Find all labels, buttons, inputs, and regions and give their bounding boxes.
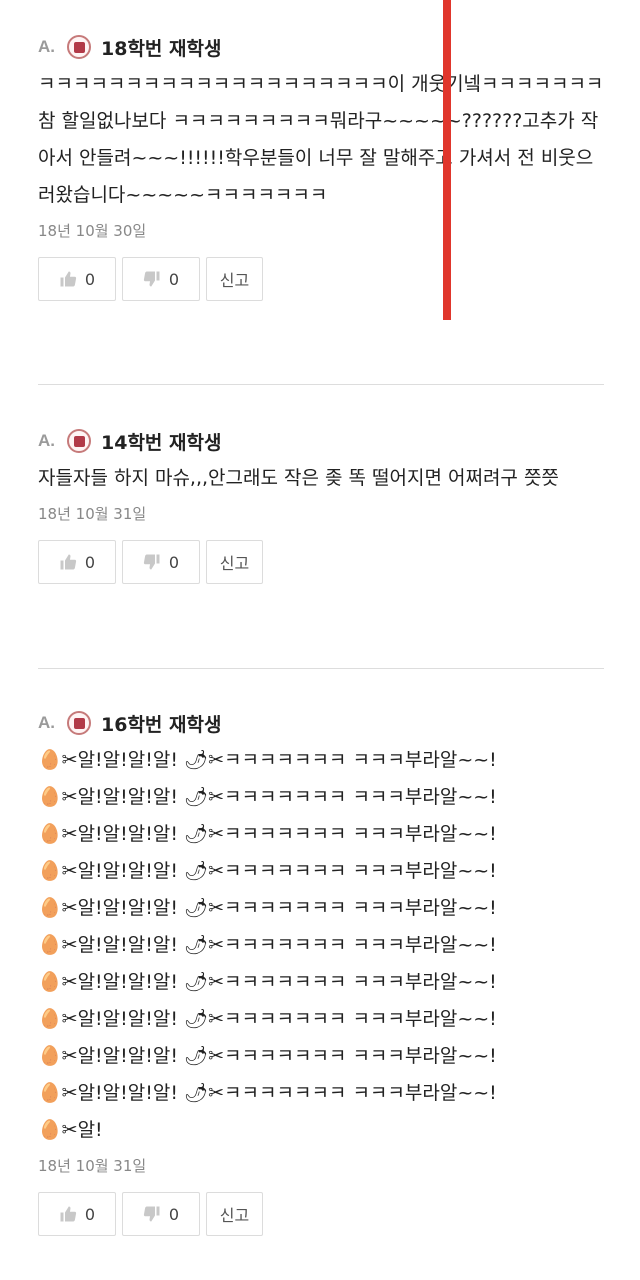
answer-line: 🥚✂알!알!알!알! 🌶✂ㅋㅋㅋㅋㅋㅋㅋ ㅋㅋㅋ부라알~~! <box>38 860 497 882</box>
answer-date: 18년 10월 31일 <box>38 1157 147 1175</box>
answer-item: A. 14학번 재학생 자들자들 하지 마슈,,,안그래도 작은 좆 똑 떨어지… <box>38 424 604 584</box>
answer-line: 🥚✂알!알!알!알! 🌶✂ㅋㅋㅋㅋㅋㅋㅋ ㅋㅋㅋ부라알~~! <box>38 1082 497 1104</box>
answer-line: 🥚✂알!알!알!알! 🌶✂ㅋㅋㅋㅋㅋㅋㅋ ㅋㅋㅋ부라알~~! <box>38 971 497 993</box>
report-button[interactable]: 신고 <box>206 1192 263 1236</box>
university-seal-icon <box>67 35 91 59</box>
answer-prefix: A. <box>38 713 55 732</box>
like-button[interactable]: 0 <box>38 1192 116 1236</box>
university-seal-icon <box>67 711 91 735</box>
dislike-count: 0 <box>168 552 180 572</box>
thumbs-up-icon <box>60 554 77 570</box>
answer-line: 🥚✂알!알!알!알! 🌶✂ㅋㅋㅋㅋㅋㅋㅋ ㅋㅋㅋ부라알~~! <box>38 1045 497 1067</box>
red-annotation-line <box>443 0 451 320</box>
answer-date: 18년 10월 30일 <box>38 222 147 240</box>
answer-line: 🥚✂알!알!알!알! 🌶✂ㅋㅋㅋㅋㅋㅋㅋ ㅋㅋㅋ부라알~~! <box>38 897 497 919</box>
report-button[interactable]: 신고 <box>206 257 263 301</box>
divider <box>38 668 604 669</box>
like-button[interactable]: 0 <box>38 540 116 584</box>
thumbs-down-icon <box>143 554 160 570</box>
answer-line: 🥚✂알! <box>38 1119 103 1141</box>
thumbs-up-icon <box>60 271 77 287</box>
answer-item: A. 18학번 재학생 ㅋㅋㅋㅋㅋㅋㅋㅋㅋㅋㅋㅋㅋㅋㅋㅋㅋㅋㅋㅋ이 개웃기넼ㅋㅋ… <box>38 30 604 301</box>
answer-text: ㅋㅋㅋㅋㅋㅋㅋㅋㅋㅋㅋㅋㅋㅋㅋㅋㅋㅋㅋㅋ이 개웃기넼ㅋㅋㅋㅋㅋㅋㅋ참 할일없나보… <box>38 73 604 206</box>
university-seal-icon <box>67 429 91 453</box>
answer-header: A. 18학번 재학생 <box>38 30 604 64</box>
like-count: 0 <box>84 552 96 572</box>
answer-actions: 0 0 신고 <box>38 540 604 584</box>
thumbs-down-icon <box>143 271 160 287</box>
dislike-button[interactable]: 0 <box>122 540 200 584</box>
answer-line: 🥚✂알!알!알!알! 🌶✂ㅋㅋㅋㅋㅋㅋㅋ ㅋㅋㅋ부라알~~! <box>38 749 497 771</box>
dislike-count: 0 <box>168 1204 180 1224</box>
author-name: 14학번 재학생 <box>101 431 222 454</box>
answer-line: 🥚✂알!알!알!알! 🌶✂ㅋㅋㅋㅋㅋㅋㅋ ㅋㅋㅋ부라알~~! <box>38 786 497 808</box>
answer-text: 자들자들 하지 마슈,,,안그래도 작은 좆 똑 떨어지면 어쩌려구 쯧쯧 <box>38 467 559 489</box>
report-button[interactable]: 신고 <box>206 540 263 584</box>
like-button[interactable]: 0 <box>38 257 116 301</box>
answer-prefix: A. <box>38 37 55 56</box>
author-name: 18학번 재학생 <box>101 37 222 60</box>
answer-header: A. 14학번 재학생 <box>38 424 604 458</box>
answer-item: A. 16학번 재학생 🥚✂알!알!알!알! 🌶✂ㅋㅋㅋㅋㅋㅋㅋ ㅋㅋㅋ부라알~… <box>38 706 604 1236</box>
answer-line: 🥚✂알!알!알!알! 🌶✂ㅋㅋㅋㅋㅋㅋㅋ ㅋㅋㅋ부라알~~! <box>38 1008 497 1030</box>
dislike-button[interactable]: 0 <box>122 257 200 301</box>
answer-actions: 0 0 신고 <box>38 1192 604 1236</box>
answer-line: 🥚✂알!알!알!알! 🌶✂ㅋㅋㅋㅋㅋㅋㅋ ㅋㅋㅋ부라알~~! <box>38 934 497 956</box>
answer-line: 🥚✂알!알!알!알! 🌶✂ㅋㅋㅋㅋㅋㅋㅋ ㅋㅋㅋ부라알~~! <box>38 823 497 845</box>
dislike-button[interactable]: 0 <box>122 1192 200 1236</box>
answer-header: A. 16학번 재학생 <box>38 706 604 740</box>
like-count: 0 <box>84 269 96 289</box>
thumbs-up-icon <box>60 1206 77 1222</box>
answer-actions: 0 0 신고 <box>38 257 604 301</box>
dislike-count: 0 <box>168 269 180 289</box>
divider <box>38 384 604 385</box>
thumbs-down-icon <box>143 1206 160 1222</box>
like-count: 0 <box>84 1204 96 1224</box>
author-name: 16학번 재학생 <box>101 713 222 736</box>
answer-date: 18년 10월 31일 <box>38 505 147 523</box>
answer-prefix: A. <box>38 431 55 450</box>
answer-text: 🥚✂알!알!알!알! 🌶✂ㅋㅋㅋㅋㅋㅋㅋ ㅋㅋㅋ부라알~~! 🥚✂알!알!알!알… <box>38 742 604 1149</box>
